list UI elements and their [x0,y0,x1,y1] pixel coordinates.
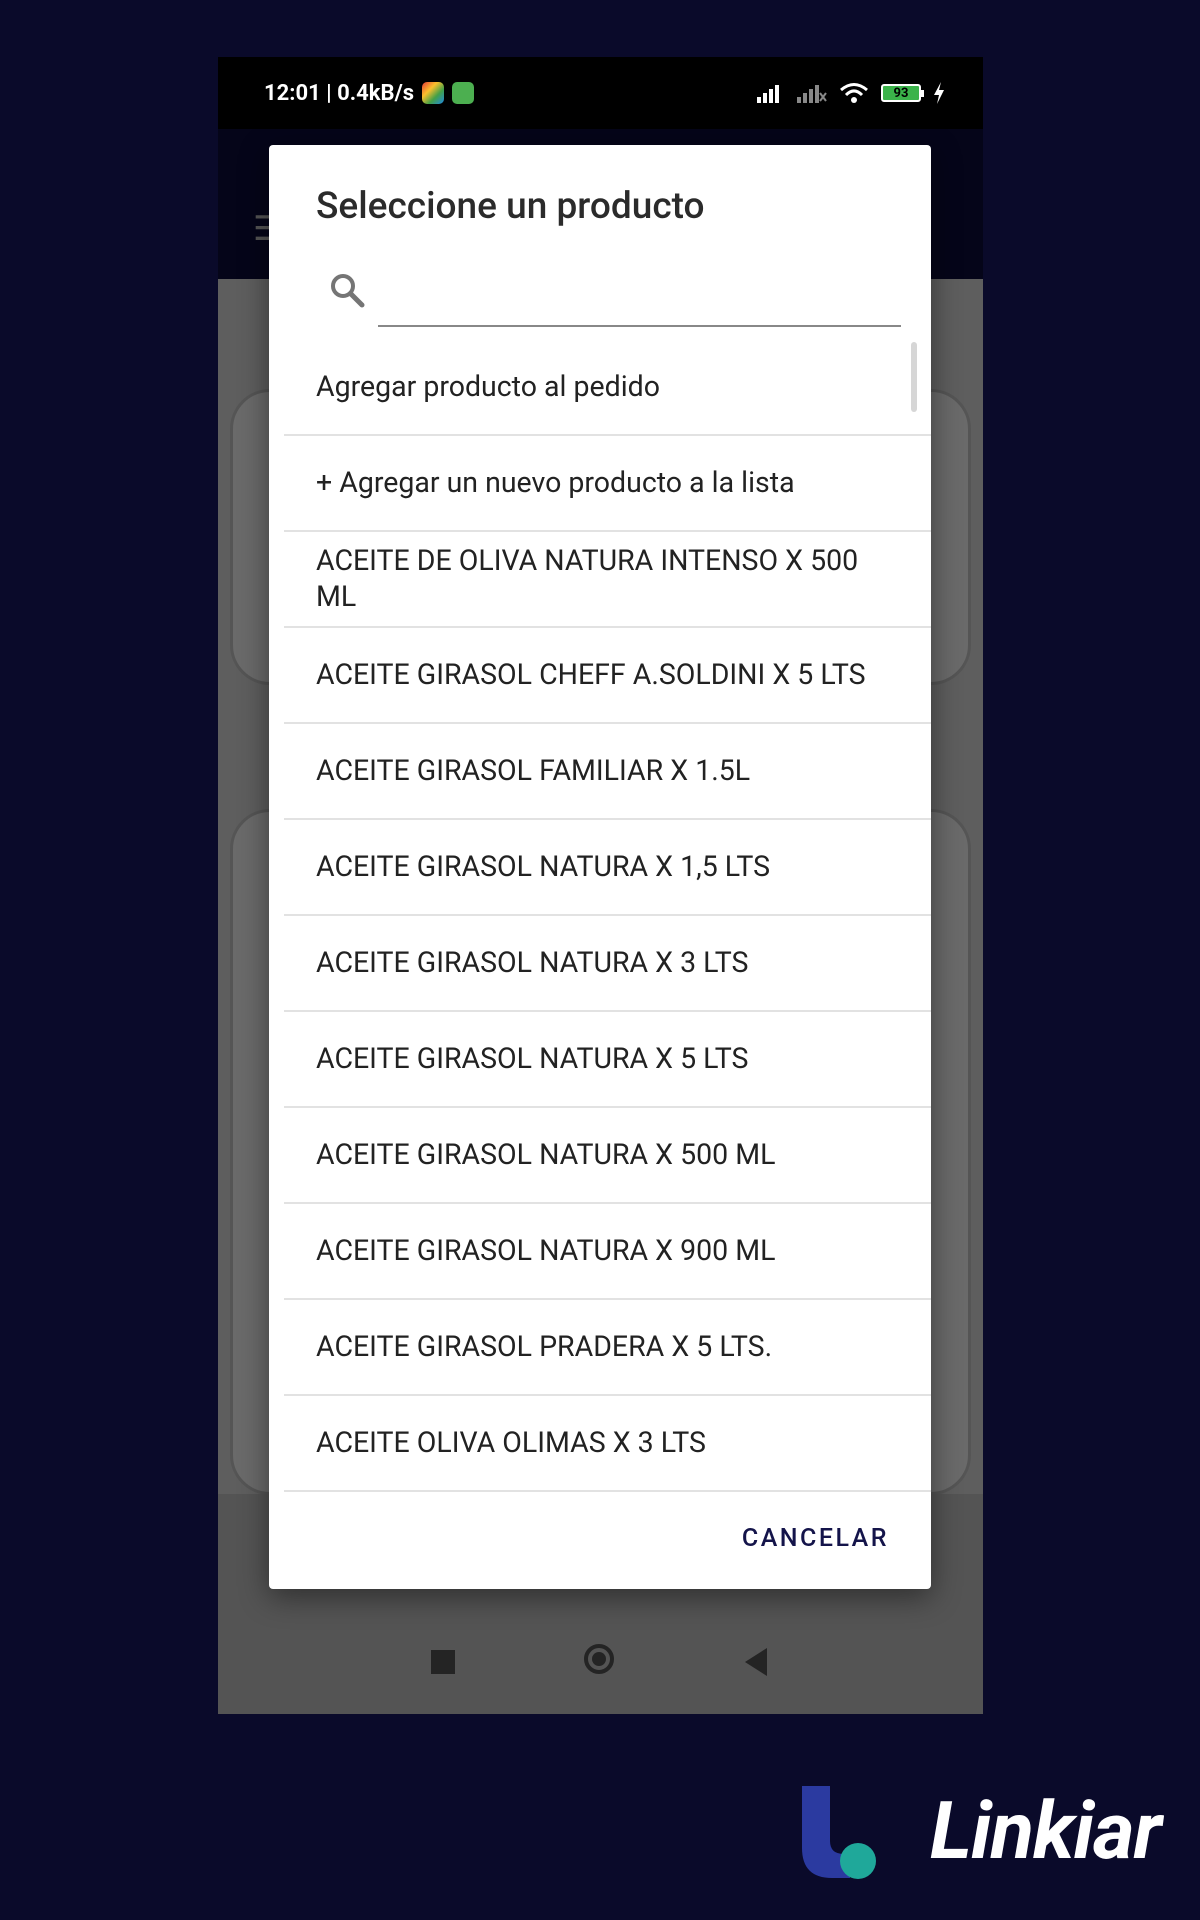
list-item[interactable]: ACEITE GIRASOL NATURA X 900 ML [284,1204,931,1300]
cancel-button[interactable]: CANCELAR [729,1520,893,1561]
list-item-add-to-order[interactable]: Agregar producto al pedido [284,340,931,436]
android-notification-icon [452,82,475,104]
battery-icon: 93 [881,84,924,102]
list-item[interactable]: ACEITE GIRASOL CHEFF A.SOLDINI X 5 LTS [284,628,931,724]
battery-level: 93 [893,85,909,101]
search-icon [331,274,365,308]
wifi-icon [840,83,868,103]
home-icon[interactable] [584,1644,614,1674]
list-item[interactable]: ACEITE GIRASOL NATURA X 3 LTS [284,916,931,1012]
list-item-add-new-product[interactable]: + Agregar un nuevo producto a la lista [284,436,931,532]
list-item[interactable]: ACEITE DE OLIVA NATURA INTENSO X 500 ML [284,532,931,628]
product-selection-dialog: Seleccione un producto Agregar producto … [269,145,931,1589]
linkiar-logo-text: Linkiar [930,1784,1162,1878]
recent-apps-icon[interactable] [431,1650,455,1674]
navigation-bar [218,1640,983,1710]
charging-icon [934,82,944,104]
status-left: 12:01 | 0.4kB/s [264,57,475,129]
linkiar-logo-mark [802,1786,876,1879]
search-input[interactable] [378,270,901,327]
linkiar-logo: Linkiar [790,1784,1195,1886]
scrollbar-thumb[interactable] [911,342,917,412]
back-icon[interactable] [745,1648,767,1676]
list-item[interactable]: ACEITE GIRASOL NATURA X 5 LTS [284,1012,931,1108]
status-bar: 12:01 | 0.4kB/s 93 [218,57,983,129]
notification-app-icon [422,82,445,104]
dialog-title: Seleccione un producto [316,185,705,228]
list-item[interactable]: ACEITE GIRASOL NATURA X 500 ML [284,1108,931,1204]
signal-no-service-icon [797,85,827,103]
status-right: 93 [757,57,945,129]
status-time-speed: 12:01 | 0.4kB/s [264,80,415,106]
list-item[interactable]: ACEITE OLIVA OLIMAS X 3 LTS [284,1396,931,1492]
product-list: Agregar producto al pedido + Agregar un … [284,340,931,1589]
list-item[interactable]: ACEITE GIRASOL FAMILIAR X 1.5L [284,724,931,820]
list-item[interactable]: ACEITE GIRASOL NATURA X 1,5 LTS [284,820,931,916]
signal-icon [757,85,779,103]
list-item[interactable]: ACEITE GIRASOL PRADERA X 5 LTS. [284,1300,931,1396]
